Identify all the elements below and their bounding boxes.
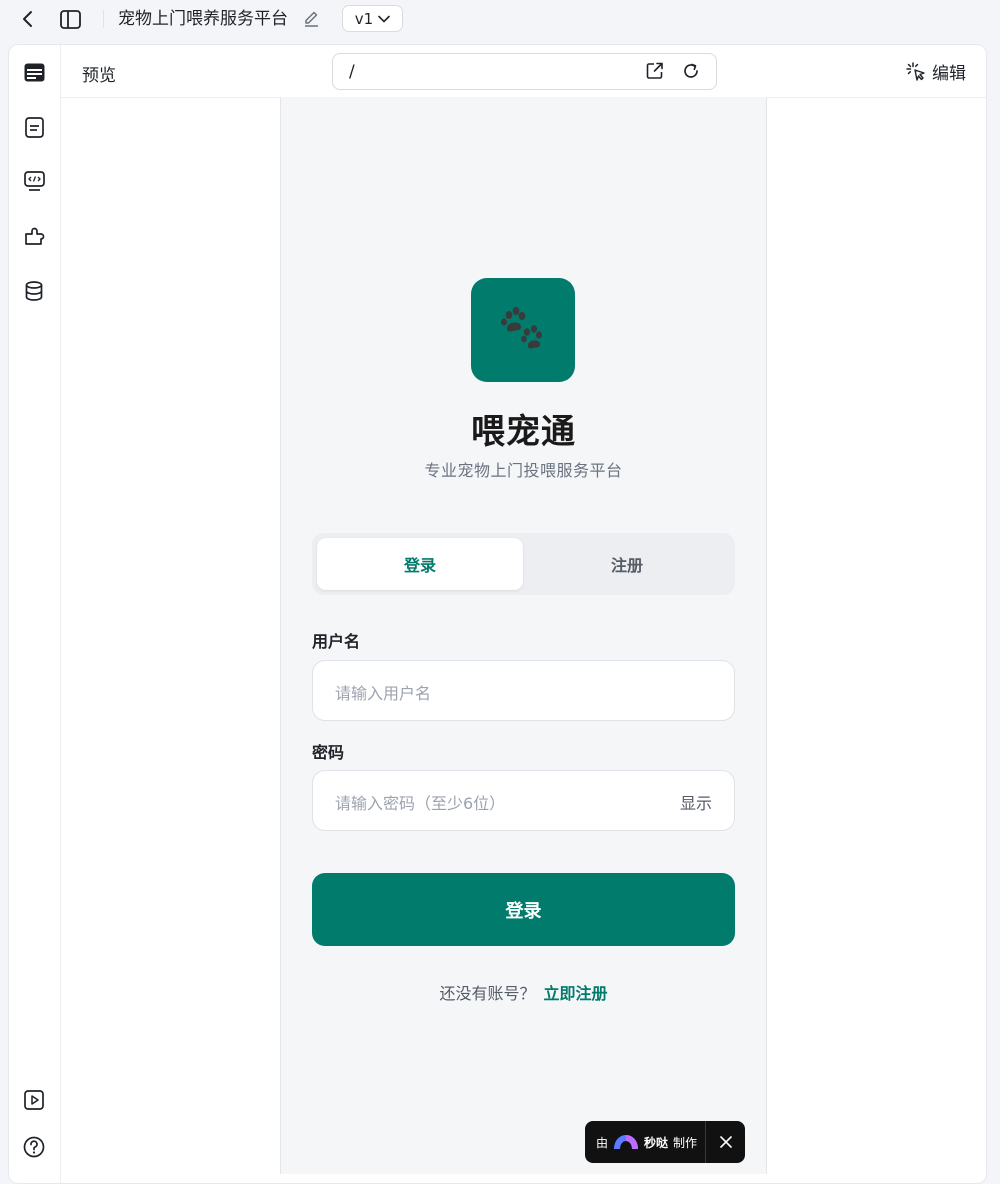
version-dropdown[interactable]: v1 — [342, 5, 403, 32]
app-logo — [471, 278, 575, 382]
made-by-badge: 由 秒哒 制作 — [585, 1121, 745, 1163]
badge-suffix: 制作 — [673, 1135, 698, 1150]
preview-header: 预览 / 编辑 — [61, 45, 986, 98]
password-label: 密码 — [312, 743, 345, 762]
tab-login[interactable]: 登录 — [317, 538, 523, 590]
mobile-preview: 喂宠通 专业宠物上门投喂服务平台 登录 注册 用户名 请输入用户名 密码 请输入… — [280, 97, 767, 1174]
password-placeholder: 请输入密码（至少6位） — [335, 794, 506, 813]
preview-window-icon[interactable] — [22, 60, 46, 84]
username-label: 用户名 — [312, 632, 361, 651]
edit-button[interactable]: 编辑 — [906, 59, 966, 84]
close-icon — [719, 1136, 732, 1148]
brand-logo-icon — [614, 1135, 639, 1149]
register-prompt-text: 还没有账号？ — [439, 984, 536, 1003]
database-icon[interactable] — [22, 279, 46, 303]
document-icon[interactable] — [22, 115, 46, 139]
url-text[interactable]: / — [349, 62, 355, 82]
project-title: 宠物上门喂养服务平台 — [118, 9, 288, 29]
register-prompt: 还没有账号？ 立即注册 — [281, 980, 766, 1004]
open-external-icon[interactable] — [646, 62, 664, 84]
plugin-icon[interactable] — [22, 224, 46, 248]
password-input[interactable]: 请输入密码（至少6位） 显示 — [312, 770, 735, 831]
play-video-icon[interactable] — [22, 1088, 46, 1112]
register-link[interactable]: 立即注册 — [544, 984, 608, 1003]
sidebar-toggle-icon[interactable] — [60, 9, 81, 29]
refresh-icon[interactable] — [682, 62, 700, 84]
left-rail — [9, 45, 61, 1183]
app-name: 喂宠通 — [471, 412, 576, 452]
edit-label: 编辑 — [932, 64, 966, 84]
paw-icon — [501, 307, 542, 349]
top-bar: 宠物上门喂养服务平台 v1 — [0, 0, 1000, 40]
back-icon[interactable] — [18, 9, 38, 29]
help-icon[interactable] — [22, 1135, 46, 1159]
show-password-toggle[interactable]: 显示 — [680, 790, 712, 814]
version-label: v1 — [354, 9, 374, 28]
close-badge-button[interactable] — [706, 1136, 745, 1148]
toolbar-divider — [103, 10, 104, 28]
username-input[interactable]: 请输入用户名 — [312, 660, 735, 721]
login-submit-button[interactable]: 登录 — [312, 873, 735, 946]
url-bar[interactable]: / — [332, 53, 717, 90]
rename-pencil-icon[interactable] — [302, 9, 320, 27]
preview-label: 预览 — [82, 66, 116, 86]
code-monitor-icon[interactable] — [22, 169, 46, 193]
badge-prefix: 由 — [596, 1135, 609, 1150]
badge-brand: 秒哒 — [644, 1135, 669, 1150]
app-subtitle: 专业宠物上门投喂服务平台 — [424, 461, 623, 480]
username-placeholder: 请输入用户名 — [335, 684, 432, 703]
auth-tabs: 登录 注册 — [312, 533, 735, 595]
tab-register[interactable]: 注册 — [524, 538, 730, 590]
badge-content[interactable]: 由 秒哒 制作 — [585, 1134, 705, 1151]
cursor-click-icon — [906, 61, 925, 81]
chevron-down-icon — [378, 15, 391, 23]
